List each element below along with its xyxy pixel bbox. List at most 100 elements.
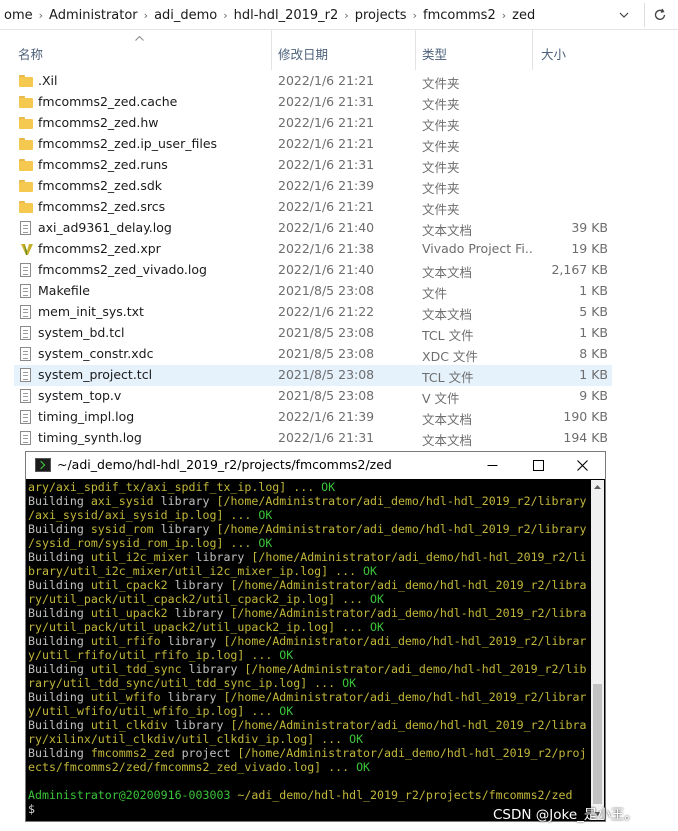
file-name: fmcomms2_zed.runs (38, 157, 168, 172)
terminal-text-segment: project (181, 746, 238, 760)
terminal-text-segment: OK (370, 592, 384, 606)
terminal-text-segment: [/home/Administrator/adi_demo/hdl-hdl_20… (216, 494, 587, 508)
terminal-line: Building axi_sysid library [/home/Admini… (28, 494, 589, 508)
refresh-icon[interactable] (644, 3, 675, 27)
breadcrumb-separator-icon[interactable]: › (500, 9, 508, 22)
file-type: 文件夹 (422, 97, 460, 112)
address-bar[interactable]: ome › Administrator › adi_demo › hdl-hdl_2019_… (0, 0, 678, 30)
terminal-text-segment: library (167, 690, 224, 704)
file-row[interactable]: fmcomms2_zed.sdk 2022/1/6 21:39 文件夹 (14, 176, 612, 197)
terminal-line: Administrator@20200916-003003 ~/adi_demo… (28, 788, 589, 802)
breadcrumb-separator-icon[interactable]: › (342, 9, 350, 22)
minimize-button[interactable] (469, 452, 515, 479)
breadcrumb-separator-icon[interactable]: › (411, 9, 419, 22)
terminal-output[interactable]: ary/axi_spdif_tx/axi_spdif_tx_ip.log] ..… (28, 480, 589, 820)
terminal-text-segment: axi_sysid (90, 494, 161, 508)
file-type: 文件夹 (422, 181, 460, 196)
terminal-text-segment: Administrator@20200916-003003 (28, 788, 238, 802)
terminal-scrollbar[interactable] (591, 480, 604, 820)
file-row[interactable]: fmcomms2_zed.runs 2022/1/6 21:31 文件夹 (14, 155, 612, 176)
terminal-text-segment: OK (363, 564, 378, 578)
breadcrumb-item[interactable]: adi_demo (150, 8, 221, 23)
folder-icon (19, 75, 33, 87)
folder-icon (19, 159, 33, 171)
breadcrumb-item[interactable]: Administrator (45, 8, 142, 23)
file-row[interactable]: Makefile 2021/8/5 23:08 文件 1 KB (14, 281, 612, 302)
terminal-text-segment: [/home/Administrator/adi_demo/hdl-hdl_20… (223, 634, 587, 648)
terminal-window[interactable]: ~/adi_demo/hdl-hdl_2019_r2/projects/fmco… (25, 451, 606, 822)
file-row[interactable]: system_project.tcl 2021/8/5 23:08 TCL 文件 1 … (14, 365, 612, 386)
terminal-line: Building util_upack2 library [/home/Admi… (28, 606, 589, 620)
file-row[interactable]: fmcomms2_zed.hw 2022/1/6 21:21 文件夹 (14, 113, 612, 134)
file-date: 2022/1/6 21:21 (278, 199, 375, 214)
terminal-text-segment: [/home/Administrator/adi_demo/hdl-hdl_20… (230, 578, 587, 592)
file-name: fmcomms2_zed.hw (38, 115, 159, 130)
scroll-up-icon[interactable] (591, 480, 604, 493)
file-row[interactable]: axi_ad9361_delay.log 2022/1/6 21:40 文本文档 39… (14, 218, 612, 239)
terminal-titlebar[interactable]: ~/adi_demo/hdl-hdl_2019_r2/projects/fmco… (26, 452, 605, 479)
terminal-text-segment: OK (356, 760, 371, 774)
file-type: 文件夹 (422, 76, 460, 91)
sort-ascending-icon (135, 33, 144, 44)
breadcrumb-item[interactable]: zed (508, 8, 539, 23)
close-button[interactable] (559, 452, 605, 479)
chevron-down-icon[interactable] (612, 4, 636, 26)
file-row[interactable]: mem_init_sys.txt 2022/1/6 21:22 文本文档 5 KB (14, 302, 612, 323)
file-row[interactable]: timing_synth.log 2022/1/6 21:31 文本文档 194 KB (14, 428, 612, 449)
scrollbar-thumb[interactable] (593, 684, 602, 804)
file-date: 2022/1/6 21:31 (278, 430, 375, 445)
file-row[interactable]: fmcomms2_zed.ip_user_files 2022/1/6 21:21… (14, 134, 612, 155)
file-date: 2022/1/6 21:40 (278, 262, 375, 277)
breadcrumb-item[interactable]: ome (0, 8, 37, 23)
file-name: .Xil (38, 73, 58, 88)
file-size: 2,167 KB (551, 262, 608, 277)
folder-icon (19, 201, 33, 213)
column-divider[interactable] (415, 30, 416, 70)
terminal-text-segment: library (174, 718, 231, 732)
terminal-text-segment: library (160, 522, 217, 536)
file-name: fmcomms2_zed.sdk (38, 178, 163, 193)
file-name: system_bd.tcl (38, 325, 125, 340)
column-name[interactable]: 名称 (18, 44, 43, 63)
terminal-line: Building sysid_rom library [/home/Admini… (28, 522, 589, 536)
column-type[interactable]: 类型 (422, 44, 447, 63)
file-row[interactable]: fmcomms2_zed.xpr 2022/1/6 21:38 Vivado Pro… (14, 239, 612, 260)
file-name: timing_impl.log (38, 409, 135, 424)
file-row[interactable]: system_constr.xdc 2021/8/5 23:08 XDC 文件 8 K… (14, 344, 612, 365)
terminal-line: Building util_cpack2 library [/home/Admi… (28, 578, 589, 592)
file-size: 39 KB (571, 220, 608, 235)
maximize-button[interactable] (515, 452, 561, 479)
column-divider[interactable] (532, 30, 533, 70)
column-size[interactable]: 大小 (541, 44, 566, 63)
breadcrumb-separator-icon[interactable]: › (221, 9, 229, 22)
terminal-line: ry/xilinx/util_clkdiv/util_clkdiv_ip.log… (28, 732, 589, 746)
file-type: TCL 文件 (422, 328, 474, 343)
file-date: 2022/1/6 21:31 (278, 94, 375, 109)
breadcrumb-item[interactable]: hdl-hdl_2019_r2 (230, 8, 343, 23)
file-row[interactable]: fmcomms2_zed.srcs 2022/1/6 21:21 文件夹 (14, 197, 612, 218)
breadcrumb-separator-icon[interactable]: › (37, 9, 45, 22)
file-size: 5 KB (579, 304, 608, 319)
terminal-icon (35, 458, 51, 472)
breadcrumb-separator-icon[interactable]: › (142, 9, 150, 22)
file-row[interactable]: fmcomms2_zed_vivado.log 2022/1/6 21:40 文本文… (14, 260, 612, 281)
terminal-line: brary/util_i2c_mixer/util_i2c_mixer_ip.l… (28, 564, 589, 578)
breadcrumb-item[interactable]: projects (351, 8, 411, 23)
breadcrumb-item[interactable]: fmcomms2 (419, 8, 500, 23)
terminal-text-segment: OK (258, 508, 273, 522)
terminal-text-segment: util_cpack2 (90, 578, 175, 592)
terminal-line: Building fmcomms2_zed project [/home/Adm… (28, 746, 589, 760)
file-row[interactable]: timing_impl.log 2022/1/6 21:39 文本文档 190 KB (14, 407, 612, 428)
column-date[interactable]: 修改日期 (278, 44, 328, 63)
terminal-text-segment: Building (28, 634, 91, 648)
file-row[interactable]: system_top.v 2021/8/5 23:08 V 文件 9 KB (14, 386, 612, 407)
file-row[interactable]: system_bd.tcl 2021/8/5 23:08 TCL 文件 1 KB (14, 323, 612, 344)
file-date: 2022/1/6 21:21 (278, 73, 375, 88)
file-size: 9 KB (579, 388, 608, 403)
file-row[interactable]: fmcomms2_zed.cache 2022/1/6 21:31 文件夹 (14, 92, 612, 113)
column-divider[interactable] (271, 30, 272, 70)
terminal-text-segment: OK (258, 536, 273, 550)
folder-icon (19, 180, 33, 192)
file-row[interactable]: .Xil 2022/1/6 21:21 文件夹 (14, 71, 612, 92)
